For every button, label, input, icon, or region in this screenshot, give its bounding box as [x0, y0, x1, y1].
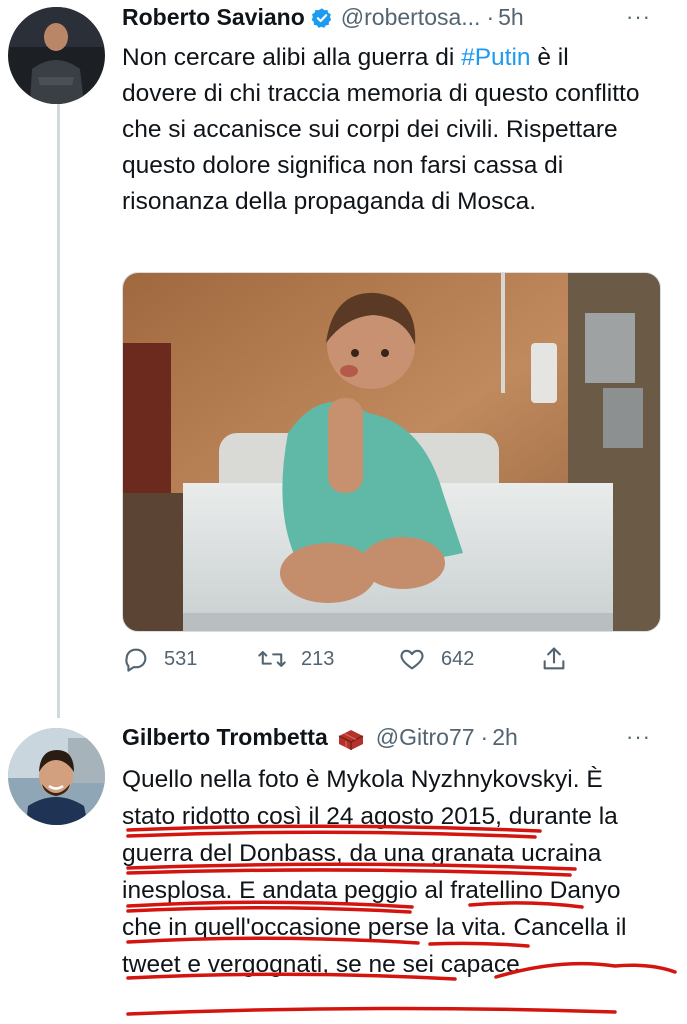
avatar-roberto-saviano[interactable]	[8, 7, 105, 104]
author-handle[interactable]: @Gitro77	[376, 724, 475, 751]
tweet2-text: Quello nella foto è Mykola Nyzhnykovskyi…	[122, 766, 627, 978]
tweet-time[interactable]: 5h	[498, 4, 524, 31]
photo-child-hospital-bed	[123, 273, 660, 631]
reply-icon	[125, 648, 147, 672]
share-icon	[543, 647, 565, 670]
separator-dot: ·	[486, 4, 495, 30]
share-button[interactable]	[540, 645, 582, 673]
like-button[interactable]: 642	[397, 645, 474, 673]
bricks-icon	[336, 726, 366, 750]
tweet1-text: Non cercare alibi alla guerra di #Putin …	[122, 40, 647, 220]
verified-badge-icon	[311, 7, 333, 29]
tweet1-action-bar: 531 213 642	[122, 645, 577, 681]
avatar-gilberto-trombetta[interactable]	[8, 728, 105, 825]
author-name[interactable]: Roberto Saviano	[122, 4, 305, 31]
tweet2-header: Gilberto Trombetta @Gitro77 · 2h	[122, 724, 518, 751]
heart-icon	[400, 649, 424, 670]
like-count: 642	[441, 647, 475, 670]
tweet1-header: Roberto Saviano @robertosa... · 5h	[122, 4, 524, 31]
retweet-button[interactable]: 213	[257, 645, 334, 673]
more-options-icon[interactable]: ···	[626, 724, 651, 750]
tweet-media-photo[interactable]	[122, 272, 661, 632]
retweet-icon	[258, 651, 286, 667]
hashtag-link[interactable]: #Putin	[461, 44, 530, 71]
reply-count: 531	[164, 647, 198, 670]
more-options-icon[interactable]: ···	[626, 4, 651, 30]
separator-dot: ·	[480, 724, 489, 750]
author-handle[interactable]: @robertosa...	[341, 4, 481, 31]
retweet-count: 213	[301, 647, 335, 670]
thread-connector-line	[57, 103, 60, 718]
tweet-time[interactable]: 2h	[492, 724, 518, 751]
tweet-text-start: Non cercare alibi alla guerra di	[122, 44, 462, 71]
author-name[interactable]: Gilberto Trombetta	[122, 724, 328, 751]
reply-button[interactable]: 531	[122, 645, 197, 673]
